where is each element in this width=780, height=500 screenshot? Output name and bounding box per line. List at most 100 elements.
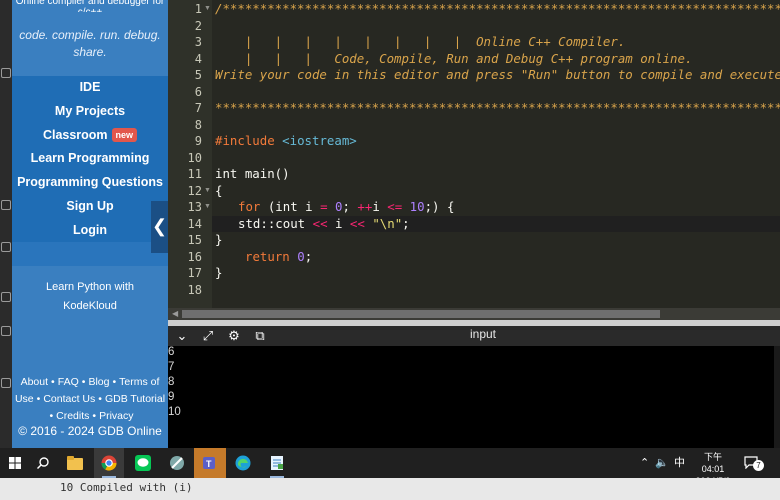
line-number: 8	[194, 117, 202, 132]
editor-horizontal-scrollbar[interactable]: ◀	[168, 308, 780, 320]
nav-login[interactable]: Login	[12, 219, 168, 243]
nav-my-projects[interactable]: My Projects	[12, 100, 168, 124]
comment: ****************************************…	[215, 100, 780, 115]
windows-start-button[interactable]	[0, 448, 30, 478]
console-input-label[interactable]: input	[468, 326, 498, 342]
nav-sign-up[interactable]: Sign Up	[12, 195, 168, 219]
search-button[interactable]	[28, 448, 58, 478]
nav-label: Classroom	[42, 127, 108, 142]
code-line-3: | | | | | | | | Online C++ Compiler.	[215, 34, 625, 51]
line-app-button[interactable]	[128, 448, 158, 478]
code-line-16: return 0;	[245, 249, 312, 266]
footer-dot: •	[81, 376, 86, 388]
code-line-7: ****************************************…	[215, 100, 780, 117]
footer-link-blog[interactable]: Blog	[88, 376, 109, 388]
operator: <=	[387, 199, 403, 214]
console-scrollbar[interactable]	[774, 346, 780, 448]
line-number: 9	[194, 134, 202, 148]
nav-ide[interactable]: IDE	[12, 76, 168, 100]
search-icon	[37, 457, 49, 469]
edge-button[interactable]	[228, 448, 258, 478]
chevron-down-icon[interactable]: ⌄	[174, 326, 190, 346]
expand-icon[interactable]: ⤢	[200, 326, 216, 346]
show-hidden-icons[interactable]: ⌃	[640, 448, 649, 478]
underlying-window-edge: 10 Compiled with (i)	[0, 478, 780, 500]
code-text: }	[215, 232, 223, 247]
fold-arrow-icon[interactable]: ▼	[204, 1, 211, 18]
code-line-4: | | | Code, Compile, Run and Debug C++ p…	[215, 50, 693, 68]
code-text: std::cout	[238, 215, 313, 231]
copy-icon[interactable]: ⧉	[252, 326, 268, 346]
scrollbar-thumb[interactable]	[182, 310, 660, 318]
tagline: code. compile. run. debug. share.	[19, 28, 161, 59]
footer-link-faq[interactable]: FAQ	[58, 376, 79, 388]
line-number: 1	[194, 2, 202, 16]
footer-link-credits[interactable]: Credits	[56, 410, 89, 422]
sidebar-header: Online compiler and debugger for c/c++ c…	[12, 0, 168, 76]
input-method-indicator[interactable]: 中	[674, 448, 685, 478]
volume-icon[interactable]: 🔈	[655, 448, 669, 478]
teams-button[interactable]: T	[194, 448, 226, 478]
code-line-17: }	[215, 265, 222, 282]
code-text: ;) {	[424, 199, 455, 214]
gear-icon[interactable]: ⚙	[226, 326, 242, 346]
console-output[interactable]: 6 7 8 9 10	[168, 346, 780, 448]
code-editor[interactable]: 1 2 3 4 5 6 7 8 9 10 11 12 13 14 15 16 1…	[168, 0, 780, 320]
number: 0	[297, 248, 305, 264]
scroll-left-icon[interactable]: ◀	[172, 308, 178, 320]
windows-logo-icon	[9, 457, 21, 469]
line-number: 11	[187, 167, 202, 181]
sidebar-tab-icon[interactable]	[1, 200, 11, 210]
chrome-button[interactable]	[94, 448, 124, 478]
output-line: 6	[168, 346, 175, 358]
code-line-13: for (int i = 0; ++i <= 10;) {	[238, 199, 454, 216]
fold-arrow-icon[interactable]: ▼	[204, 199, 211, 216]
code-line-9: #include <iostream>	[215, 133, 357, 150]
screen: Online compiler and debugger for c/c++ c…	[0, 0, 780, 500]
footer-dot: •	[112, 376, 117, 388]
nav-classroom[interactable]: Classroom new	[12, 124, 168, 148]
notification-center-button[interactable]: 7	[744, 448, 766, 478]
sidebar-tab-icon[interactable]	[1, 242, 11, 252]
footer-link-privacy[interactable]: Privacy	[99, 410, 133, 422]
sidebar-tab-icon[interactable]	[1, 326, 11, 336]
comment: Write your code in this editor and press…	[215, 67, 780, 82]
line-number: 10	[187, 150, 202, 165]
brand-text[interactable]: Online compiler and debugger for c/c++	[12, 0, 168, 12]
code-text: }	[215, 265, 223, 280]
notepad-button[interactable]	[262, 448, 292, 478]
sidebar-tab-icon[interactable]	[1, 292, 11, 302]
footer-link-contact[interactable]: Contact Us	[43, 393, 95, 405]
include-header: <iostream>	[282, 133, 357, 148]
file-explorer-button[interactable]	[60, 448, 90, 478]
fold-arrow-icon[interactable]: ▼	[204, 183, 211, 200]
edge-icon	[235, 455, 251, 471]
code-text: ;	[402, 215, 410, 231]
underlying-text: 10 Compiled with (i)	[60, 481, 193, 494]
line-number: 3	[194, 35, 202, 49]
code-line-1: /***************************************…	[215, 1, 780, 18]
ad-line: KodeKloud	[63, 300, 117, 312]
preprocessor: #include	[215, 133, 275, 148]
sidebar-tab-icon[interactable]	[1, 378, 11, 388]
footer-dot: •	[49, 410, 54, 422]
code-text: int main()	[215, 166, 290, 181]
clock-time: 下午 04:01	[701, 452, 725, 474]
code-line-5: Write your code in this editor and press…	[215, 67, 780, 84]
keyword: return	[245, 248, 290, 264]
footer-link-gdb-tutorial[interactable]: GDB Tutorial	[105, 393, 165, 405]
comment: | | |	[215, 50, 335, 66]
line-number: 17	[187, 266, 202, 280]
sidebar-tab-icon[interactable]	[1, 68, 11, 78]
operator: <<	[312, 215, 328, 231]
footer-dot: •	[51, 376, 55, 388]
pen-app-button[interactable]	[162, 448, 192, 478]
nav-learn-programming[interactable]: Learn Programming	[12, 147, 168, 171]
collapse-sidebar-button[interactable]: ❮	[151, 201, 168, 253]
nav-label: Programming Questions	[17, 175, 163, 190]
operator: ++	[357, 199, 373, 214]
footer-link-about[interactable]: About	[21, 376, 48, 388]
sidebar-ad[interactable]: Learn Python with KodeKloud	[12, 266, 168, 368]
ad-line: Learn Python with	[45, 281, 135, 293]
nav-programming-questions[interactable]: Programming Questions	[12, 171, 168, 195]
